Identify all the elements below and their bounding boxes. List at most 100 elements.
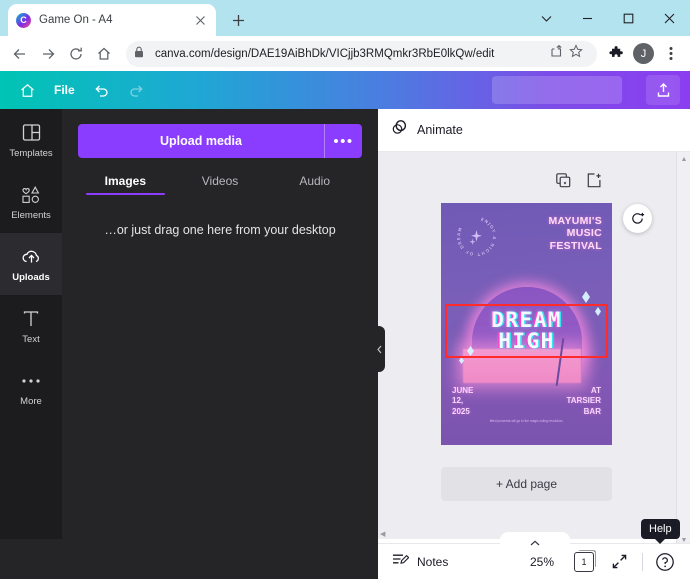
sidebar-item-more[interactable]: More	[0, 357, 62, 419]
browser-titlebar: C Game On - A4	[0, 0, 690, 36]
star-icon[interactable]	[569, 44, 589, 63]
poster-venue-line3: BAR	[583, 406, 601, 416]
forward-icon[interactable]	[34, 40, 62, 68]
animate-label[interactable]: Animate	[417, 123, 463, 137]
scroll-left-arrow-icon[interactable]: ◀	[380, 530, 385, 538]
panel-collapse-handle[interactable]	[374, 326, 385, 372]
sidebar-label-uploads: Uploads	[12, 271, 50, 283]
sidebar-item-uploads[interactable]: Uploads	[0, 233, 62, 295]
chevron-left-icon	[377, 345, 382, 353]
help-button[interactable]	[653, 550, 677, 574]
add-page-button[interactable]: + Add page	[441, 467, 612, 501]
back-icon[interactable]	[6, 40, 34, 68]
scroll-up-arrow-icon[interactable]: ▲	[677, 152, 690, 166]
canva-favicon: C	[16, 12, 31, 28]
animate-circle-icon[interactable]	[391, 119, 408, 141]
export-share-button[interactable]	[646, 75, 680, 105]
duplicate-page-icon[interactable]	[556, 173, 571, 193]
cloud-upload-icon	[21, 246, 42, 268]
poster-page[interactable]: ENJOY A NIGHT OF DREAM MAYUMI'S MUSIC FE…	[441, 203, 612, 445]
browser-tab[interactable]: C Game On - A4	[8, 4, 216, 36]
poster-date-line3: 2025	[452, 406, 470, 416]
tab-audio[interactable]: Audio	[267, 174, 362, 195]
sidebar-label-templates: Templates	[9, 147, 53, 159]
notes-icon	[392, 553, 410, 571]
close-window-icon[interactable]	[649, 0, 690, 36]
magic-switch-button[interactable]	[623, 204, 652, 233]
selected-text-element[interactable]: DREAM HIGH	[445, 304, 608, 358]
tab-videos[interactable]: Videos	[173, 174, 268, 195]
address-bar[interactable]: canva.com/design/DAE19AiBhDk/VICjjb3RMQm…	[126, 40, 597, 67]
window-controls	[526, 0, 690, 36]
reload-icon[interactable]	[62, 40, 90, 68]
help-tooltip: Help	[641, 519, 680, 544]
sidebar-label-more: More	[20, 395, 42, 407]
browser-toolbar: canva.com/design/DAE19AiBhDk/VICjjb3RMQm…	[0, 36, 690, 71]
panel-bottom-strip	[0, 539, 378, 579]
zoom-level[interactable]: 25%	[530, 555, 554, 569]
editor-statusbar: Notes 25% 1	[378, 543, 690, 579]
topbar-placeholder-area	[492, 76, 622, 104]
poster-venue: AT TARSIER BAR	[566, 386, 601, 417]
minimize-icon[interactable]	[567, 0, 608, 36]
upload-more-button[interactable]: •••	[324, 124, 362, 158]
poster-heading-line1: MAYUMI'S	[548, 215, 602, 227]
upload-drag-hint: …or just drag one here from your desktop	[104, 223, 336, 237]
poster-date-line1: JUNE	[452, 386, 474, 395]
sidebar-item-templates[interactable]: Templates	[0, 109, 62, 171]
left-sidebar: Templates Elements Uploads Text More	[0, 109, 62, 579]
share-icon[interactable]	[549, 44, 569, 63]
undo-icon[interactable]	[84, 76, 119, 104]
poster-fine-print: titled proceeds will go to the magic col…	[489, 419, 564, 423]
elements-icon	[21, 184, 41, 206]
poster-title-line2: HIGH	[498, 329, 555, 353]
circular-badge: ENJOY A NIGHT OF DREAM	[456, 216, 497, 257]
animate-toolbar: Animate	[378, 109, 690, 152]
canvas-vertical-scrollbar[interactable]: ▲ ▼	[676, 152, 690, 547]
sidebar-item-elements[interactable]: Elements	[0, 171, 62, 233]
new-tab-button[interactable]	[226, 8, 250, 32]
redo-icon[interactable]	[119, 76, 154, 104]
uploads-panel: Upload media ••• Images Videos Audio …or…	[62, 109, 378, 579]
browser-window: C Game On - A4 canva.com/design/DAE19AiB…	[0, 0, 690, 579]
poster-date-line2: 12,	[452, 396, 464, 406]
sidebar-label-elements: Elements	[11, 209, 51, 221]
sidebar-item-text[interactable]: Text	[0, 295, 62, 357]
profile-avatar[interactable]: J	[633, 43, 654, 64]
poster-title-line1: DREAM	[491, 307, 562, 332]
notes-button[interactable]: Notes	[392, 553, 448, 571]
poster-venue-line2: TARSIER	[566, 396, 601, 406]
puzzle-icon[interactable]	[603, 40, 629, 68]
more-dots-icon	[21, 370, 41, 392]
poster-design[interactable]: ENJOY A NIGHT OF DREAM MAYUMI'S MUSIC FE…	[441, 203, 612, 445]
poster-heading-line2: MUSIC	[566, 227, 602, 240]
poster-heading-line3: FESTIVAL	[549, 239, 602, 252]
home-icon[interactable]	[90, 40, 118, 68]
notes-label: Notes	[417, 554, 449, 569]
canvas-area: ENJOY A NIGHT OF DREAM MAYUMI'S MUSIC FE…	[378, 152, 690, 537]
templates-icon	[22, 122, 41, 144]
text-icon	[22, 308, 40, 330]
page-tools	[556, 173, 602, 193]
page-count-button[interactable]: 1	[574, 551, 594, 572]
canva-home-icon[interactable]	[10, 76, 45, 104]
maximize-icon[interactable]	[608, 0, 649, 36]
url-text: canva.com/design/DAE19AiBhDk/VICjjb3RMQm…	[155, 47, 495, 60]
expand-fullscreen-button[interactable]	[608, 551, 630, 573]
add-page-icon[interactable]	[587, 173, 602, 193]
tab-title: Game On - A4	[39, 14, 113, 26]
tab-images[interactable]: Images	[78, 174, 173, 195]
timeline-expand-toggle[interactable]	[500, 532, 570, 546]
chevron-down-icon[interactable]	[526, 0, 567, 36]
kebab-menu-icon[interactable]	[658, 40, 684, 68]
upload-media-button[interactable]: Upload media	[78, 124, 324, 158]
sidebar-label-text: Text	[22, 333, 40, 345]
lock-icon	[134, 45, 150, 63]
file-menu-button[interactable]: File	[45, 76, 84, 104]
chevron-up-icon	[530, 540, 540, 546]
tab-close-icon[interactable]	[192, 12, 208, 28]
poster-date: JUNE 12, 2025	[452, 386, 473, 417]
uploads-tabs: Images Videos Audio	[78, 174, 362, 195]
statusbar-divider	[642, 552, 643, 571]
upload-media-row: Upload media •••	[78, 124, 362, 158]
